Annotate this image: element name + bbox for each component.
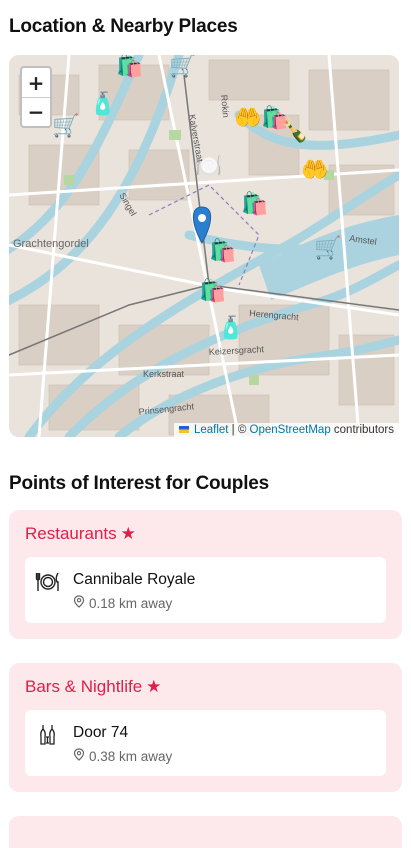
place-card[interactable]: Door 74 0.38 km away — [25, 710, 386, 776]
star-icon: ★ — [120, 524, 136, 543]
heart-hands-icon[interactable]: 🤲 — [301, 159, 328, 181]
map-pin-icon — [73, 748, 85, 764]
fork-knife-plate-icon — [35, 569, 61, 595]
zoom-control: + − — [20, 66, 52, 128]
distance-text: 0.18 km away — [89, 595, 173, 611]
star-icon: ★ — [146, 677, 162, 696]
shopping-cart-icon[interactable]: 🛒 — [52, 115, 79, 137]
heart-hands-icon[interactable]: 🤲 — [234, 107, 261, 129]
place-distance: 0.18 km away — [73, 595, 195, 611]
poi-category-restaurants: Restaurants ★ Cannibale Royale 0.18 km a… — [9, 510, 402, 639]
svg-text:Kerkstraat: Kerkstraat — [143, 369, 185, 379]
leaflet-link[interactable]: Leaflet — [194, 424, 229, 436]
bottles-glass-icon[interactable]: 🍾 — [281, 120, 308, 142]
svg-text:Grachtengordel: Grachtengordel — [13, 238, 89, 250]
map-pin-icon — [73, 595, 85, 611]
bottles-glass-icon — [35, 722, 61, 748]
shopping-bags-icon[interactable]: 🛍️ — [116, 55, 143, 77]
location-heading: Location & Nearby Places — [9, 16, 238, 37]
shopping-bags-icon[interactable]: 🛍️ — [199, 280, 226, 302]
cosmetics-icon[interactable]: 🧴 — [89, 93, 116, 115]
shopping-cart-icon[interactable]: 🛒 — [169, 55, 196, 77]
poi-heading: Points of Interest for Couples — [9, 473, 270, 494]
openstreetmap-link[interactable]: OpenStreetMap — [250, 424, 331, 436]
shopping-bags-icon[interactable]: 🛍️ — [241, 193, 268, 215]
poi-category-bars: Bars & Nightlife ★ Door 74 0.38 km away — [9, 663, 402, 792]
place-name: Door 74 — [73, 724, 129, 741]
place-distance: 0.38 km away — [73, 748, 172, 764]
fork-knife-plate-icon[interactable]: 🍽️ — [195, 155, 222, 177]
distance-text: 0.38 km away — [89, 748, 173, 764]
zoom-in-button[interactable]: + — [22, 68, 50, 97]
attribution-contributors: contributors — [330, 424, 394, 436]
place-name: Cannibale Royale — [73, 571, 196, 588]
ukraine-flag-icon — [178, 426, 189, 434]
category-name: Restaurants — [25, 524, 117, 543]
svg-text:Rokin: Rokin — [219, 94, 231, 118]
category-title: Restaurants ★ — [25, 524, 386, 544]
map[interactable]: Grachtengordel Amstel Herengracht Keizer… — [9, 55, 399, 437]
shopping-cart-icon[interactable]: 🛒 — [314, 237, 341, 259]
place-card[interactable]: Cannibale Royale 0.18 km away — [25, 557, 386, 623]
poi-category-next — [9, 816, 402, 848]
category-title: Bars & Nightlife ★ — [25, 677, 386, 697]
cosmetics-icon[interactable]: 🧴 — [217, 317, 244, 339]
shopping-bags-icon[interactable]: 🛍️ — [209, 240, 236, 262]
map-attribution: Leaflet | © OpenStreetMap contributors — [173, 423, 399, 437]
category-name: Bars & Nightlife — [25, 677, 143, 696]
attribution-separator: | © — [228, 424, 250, 436]
zoom-out-button[interactable]: − — [22, 97, 50, 126]
